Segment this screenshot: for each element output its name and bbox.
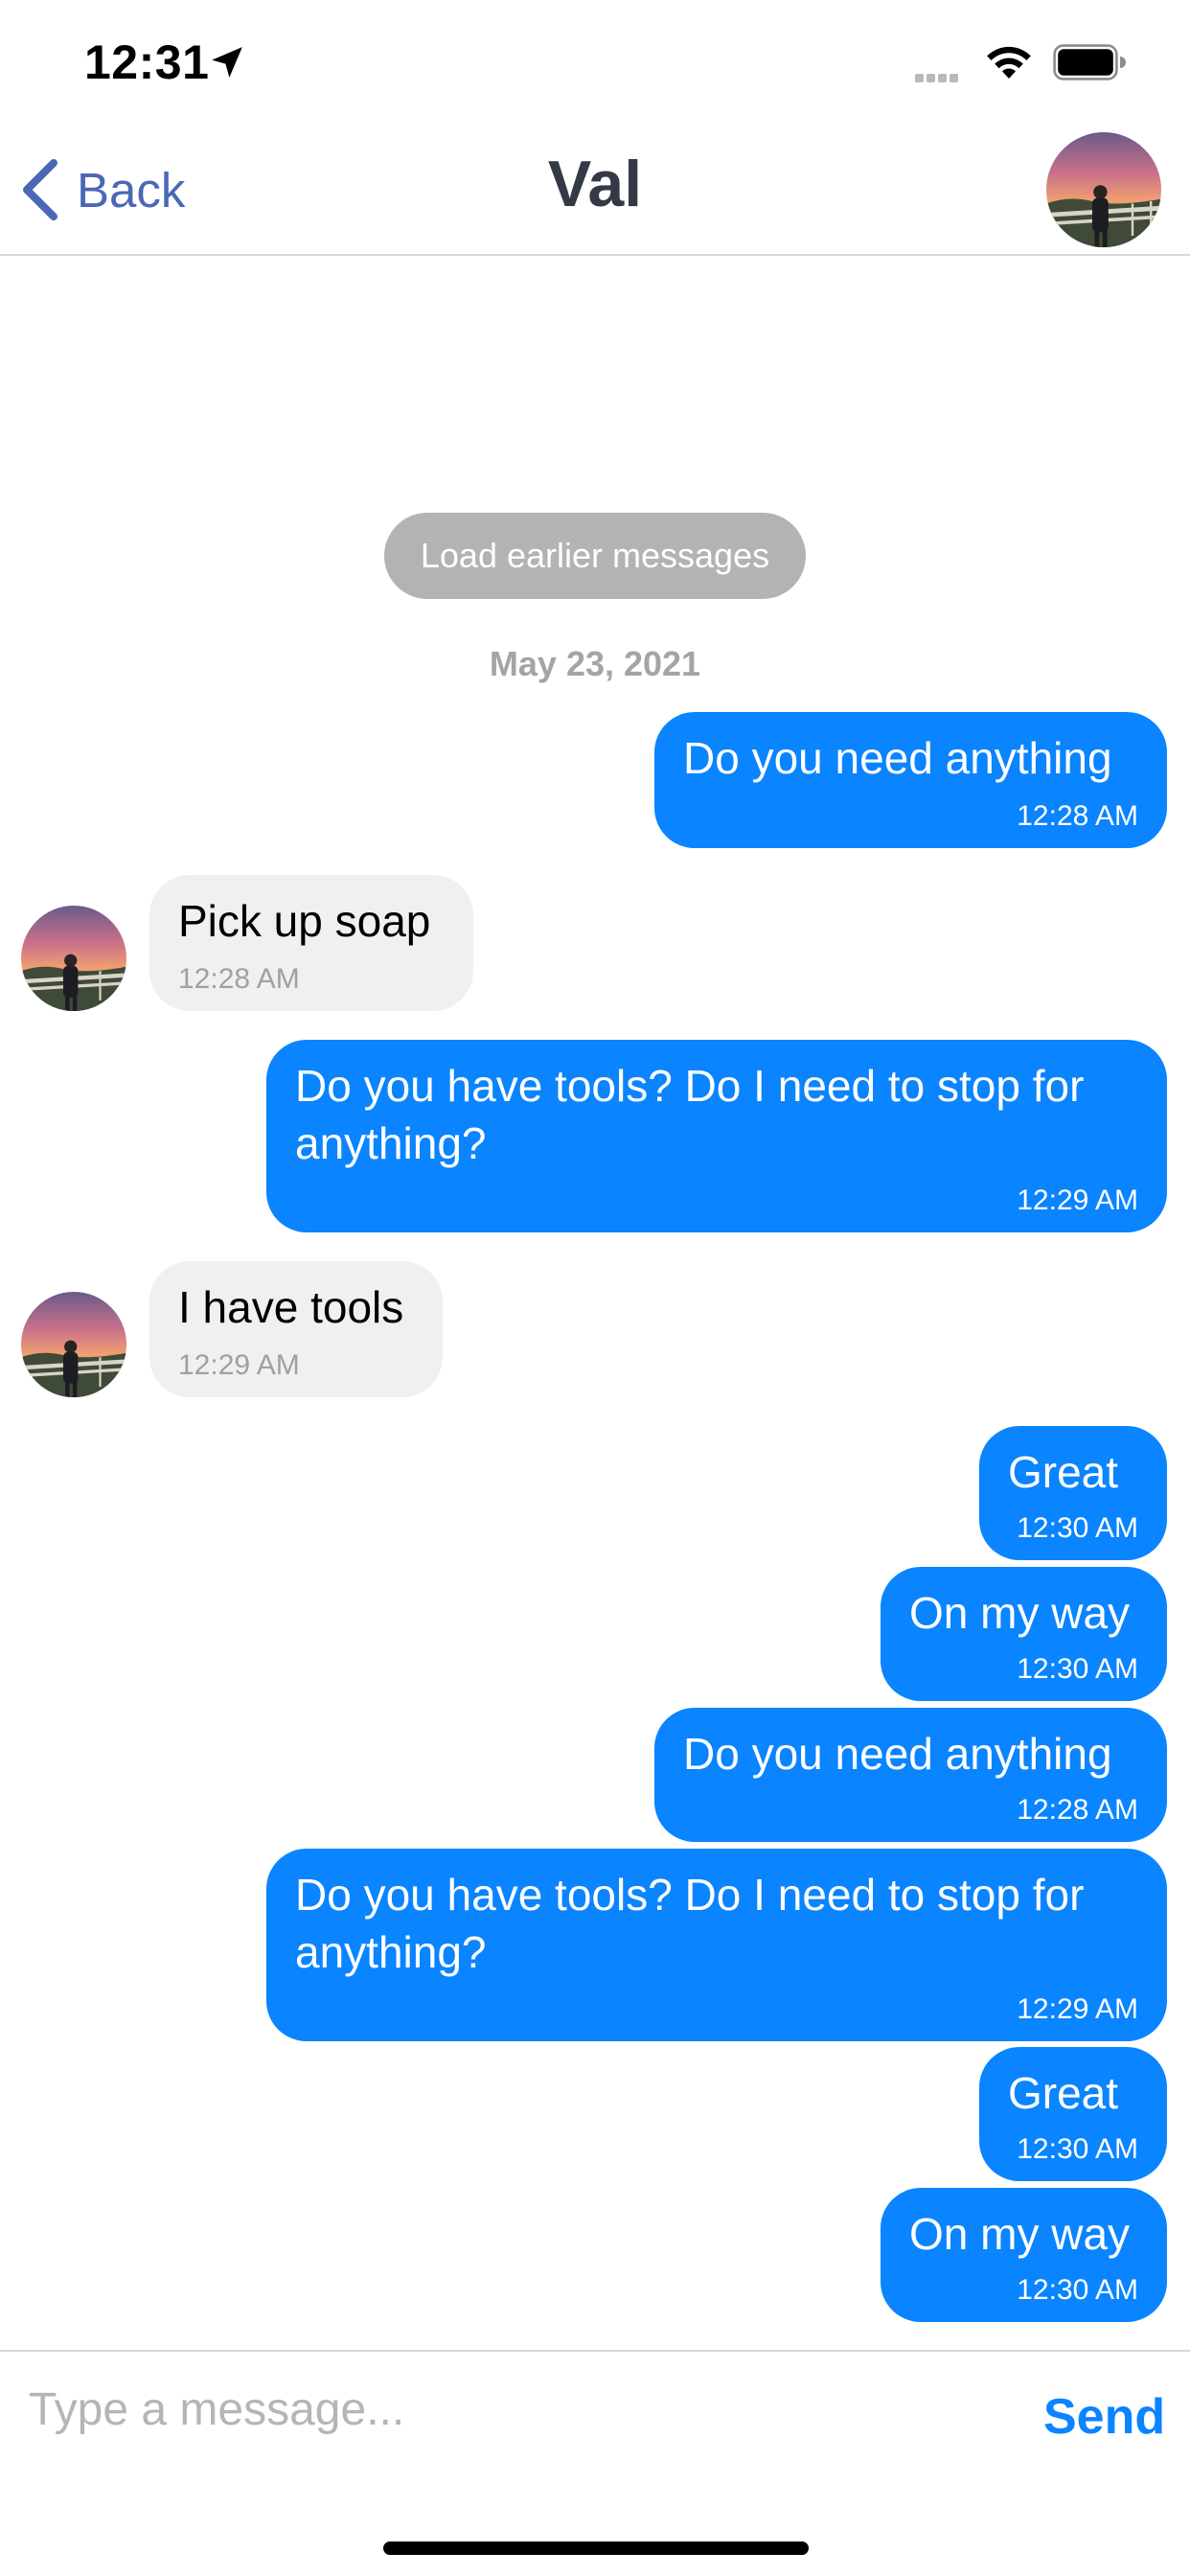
message-time: 12:29 AM xyxy=(1017,1993,1138,2025)
send-button[interactable]: Send xyxy=(1043,2388,1165,2446)
message-text: Great xyxy=(1008,1447,1119,1497)
message-input[interactable] xyxy=(29,2371,968,2448)
message-text: On my way xyxy=(909,1588,1131,1638)
outgoing-message-bubble[interactable]: Do you need anything 12:28 AM xyxy=(654,712,1167,848)
message-text: Do you have tools? Do I need to stop for… xyxy=(295,1061,1085,1168)
message-composer: Send xyxy=(0,2350,1190,2576)
outgoing-message-bubble[interactable]: Great 12:30 AM xyxy=(979,2047,1167,2181)
avatar-photo xyxy=(1046,132,1161,247)
sender-avatar[interactable] xyxy=(21,906,126,1011)
message-time: 12:28 AM xyxy=(1017,1794,1138,1826)
status-time: 12:31 xyxy=(84,35,210,89)
sender-avatar[interactable] xyxy=(21,1292,126,1397)
outgoing-message-bubble[interactable]: Do you need anything 12:28 AM xyxy=(654,1708,1167,1842)
message-text: Do you need anything xyxy=(683,733,1112,783)
message-time: 12:29 AM xyxy=(1017,1184,1138,1216)
incoming-message-bubble[interactable]: Pick up soap 12:28 AM xyxy=(149,875,473,1011)
signal-icon xyxy=(915,70,961,87)
outgoing-message-bubble[interactable]: Do you have tools? Do I need to stop for… xyxy=(266,1849,1167,2041)
conversation-header: Back Val xyxy=(0,129,1190,256)
incoming-message-bubble[interactable]: I have tools 12:29 AM xyxy=(149,1261,443,1397)
load-earlier-messages-button[interactable]: Load earlier messages xyxy=(384,513,806,599)
message-time: 12:28 AM xyxy=(1017,800,1138,832)
message-text: Do you need anything xyxy=(683,1729,1112,1779)
avatar-photo xyxy=(21,1292,126,1397)
outgoing-message-bubble[interactable]: On my way 12:30 AM xyxy=(881,1567,1167,1701)
outgoing-message-bubble[interactable]: Do you have tools? Do I need to stop for… xyxy=(266,1040,1167,1232)
message-time: 12:28 AM xyxy=(178,963,300,995)
message-time: 12:29 AM xyxy=(178,1349,300,1381)
wifi-icon xyxy=(987,46,1031,79)
message-text: Do you have tools? Do I need to stop for… xyxy=(295,1870,1085,1977)
avatar-photo xyxy=(21,906,126,1011)
phone-screen: 12:31 Back Val Load earlier messages May… xyxy=(0,0,1190,2576)
contact-avatar[interactable] xyxy=(1046,132,1161,247)
message-text: Great xyxy=(1008,2068,1119,2118)
contact-name-title: Val xyxy=(547,148,643,220)
status-bar: 12:31 xyxy=(0,0,1190,129)
message-time: 12:30 AM xyxy=(1017,1653,1138,1685)
message-text: On my way xyxy=(909,2209,1131,2259)
battery-icon xyxy=(1053,44,1126,80)
location-arrow-icon xyxy=(212,47,242,78)
message-time: 12:30 AM xyxy=(1017,2133,1138,2165)
message-text: I have tools xyxy=(178,1282,404,1332)
home-indicator[interactable] xyxy=(383,2542,809,2555)
outgoing-message-bubble[interactable]: On my way 12:30 AM xyxy=(881,2188,1167,2322)
message-text: Pick up soap xyxy=(178,896,431,946)
date-separator: May 23, 2021 xyxy=(489,644,701,683)
outgoing-message-bubble[interactable]: Great 12:30 AM xyxy=(979,1426,1167,1560)
message-time: 12:30 AM xyxy=(1017,1512,1138,1544)
message-time: 12:30 AM xyxy=(1017,2274,1138,2306)
